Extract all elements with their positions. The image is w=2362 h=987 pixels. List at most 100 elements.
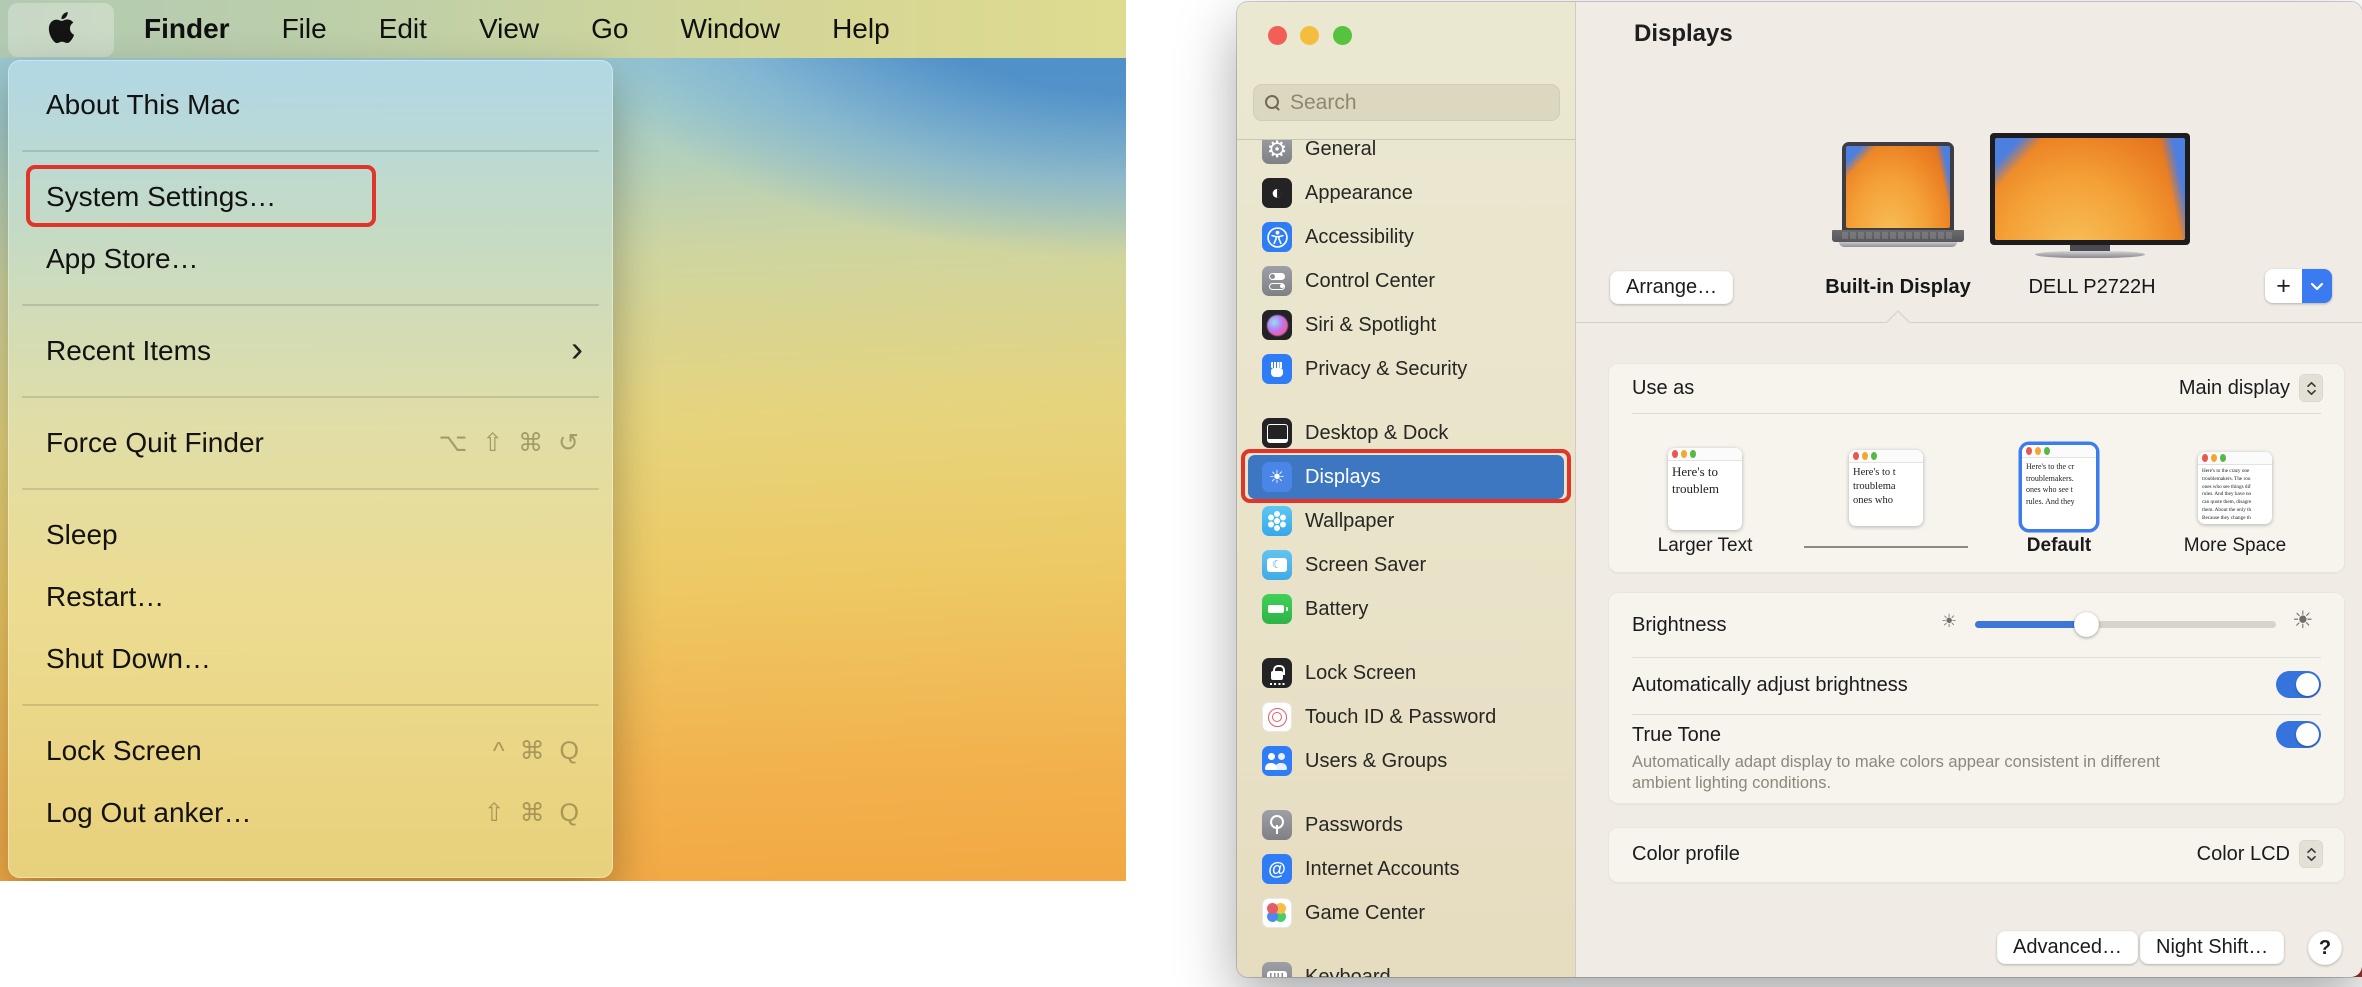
- sidebar-item-displays[interactable]: ☀ Displays: [1248, 455, 1564, 499]
- brightness-slider-fill: [1975, 621, 2086, 628]
- users-icon: [1262, 746, 1292, 776]
- menu-item-lock-screen[interactable]: Lock Screen ^ ⌘ Q: [8, 720, 613, 782]
- sidebar-item-desktop-dock[interactable]: Desktop & Dock: [1248, 411, 1564, 455]
- night-shift-button[interactable]: Night Shift…: [2140, 931, 2284, 964]
- apple-menu-button[interactable]: [8, 3, 114, 57]
- menu-item-sleep[interactable]: Sleep: [8, 504, 613, 566]
- menu-item-force-quit-finder[interactable]: Force Quit Finder ⌥ ⇧ ⌘ ↺: [8, 412, 613, 474]
- selected-display-caret: [1885, 310, 1911, 323]
- appearance-icon: ◐: [1262, 178, 1292, 208]
- resolution-card: Use as Main display Here's to troublem L…: [1608, 363, 2345, 573]
- sidebar-item-keyboard[interactable]: Keyboard: [1248, 955, 1564, 977]
- menu-separator: [22, 704, 599, 706]
- display-thumbnail-built-in[interactable]: [1832, 142, 1964, 247]
- menu-item-about-this-mac[interactable]: About This Mac: [8, 74, 613, 136]
- search-placeholder: Search: [1290, 91, 1357, 115]
- flower-icon: [1262, 506, 1292, 536]
- sidebar-item-battery[interactable]: Battery: [1248, 587, 1564, 631]
- add-display-control: +: [2265, 269, 2332, 303]
- sidebar-item-internet-accounts[interactable]: @ Internet Accounts: [1248, 847, 1564, 891]
- preset-label: Larger Text: [1625, 535, 1785, 557]
- keyboard-icon: [1262, 962, 1292, 977]
- siri-orb-icon: [1262, 310, 1292, 340]
- shortcut-label: ^ ⌘ Q: [493, 736, 583, 766]
- settings-sidebar: Search ⚙ General ◐ Appearance Accessibil…: [1237, 2, 1575, 977]
- key-icon: [1262, 810, 1292, 840]
- preset-default[interactable]: Here's to the cr troublemakers. ones who…: [2022, 363, 2096, 529]
- auto-brightness-label: Automatically adjust brightness: [1632, 674, 1908, 697]
- menu-bar: Finder File Edit View Go Window Help: [0, 0, 1126, 58]
- add-display-chevron-button[interactable]: [2302, 269, 2332, 303]
- apple-menu-dropdown: About This Mac System Settings… App Stor…: [8, 60, 613, 878]
- sidebar-item-wallpaper[interactable]: Wallpaper: [1248, 499, 1564, 543]
- desktop-dock-icon: [1262, 418, 1292, 448]
- search-input[interactable]: Search: [1253, 84, 1560, 121]
- advanced-button[interactable]: Advanced…: [1997, 931, 2138, 964]
- submenu-chevron-icon: ›: [571, 331, 583, 367]
- sidebar-item-passwords[interactable]: Passwords: [1248, 803, 1564, 847]
- color-profile-popup[interactable]: Color LCD: [2197, 840, 2323, 868]
- true-tone-description: Automatically adapt display to make colo…: [1632, 752, 2192, 793]
- at-icon: @: [1262, 854, 1292, 884]
- sidebar-item-accessibility[interactable]: Accessibility: [1248, 215, 1564, 259]
- preset-tick-line: [1804, 546, 1968, 548]
- menu-bar-item-view[interactable]: View: [453, 13, 565, 45]
- sidebar-item-lock-screen[interactable]: Lock Screen: [1248, 651, 1564, 695]
- menu-separator: [22, 150, 599, 152]
- sidebar-item-control-center[interactable]: Control Center: [1248, 259, 1564, 303]
- close-button[interactable]: [1268, 26, 1287, 45]
- preset-larger-text[interactable]: Here's to troublem Larger Text: [1668, 363, 1742, 530]
- menu-separator: [22, 396, 599, 398]
- true-tone-toggle[interactable]: [2276, 721, 2321, 748]
- menu-item-log-out[interactable]: Log Out anker… ⇧ ⌘ Q: [8, 782, 613, 844]
- menu-item-restart[interactable]: Restart…: [8, 566, 613, 628]
- sidebar-item-privacy-security[interactable]: Privacy & Security: [1248, 347, 1564, 391]
- sidebar-list: ⚙ General ◐ Appearance Accessibility Con…: [1237, 139, 1575, 977]
- hand-icon: [1262, 354, 1292, 384]
- menu-bar-item-file[interactable]: File: [256, 13, 353, 45]
- menu-bar-item-edit[interactable]: Edit: [353, 13, 453, 45]
- true-tone-label: True Tone: [1632, 724, 1721, 747]
- menu-separator: [22, 304, 599, 306]
- menu-item-app-store[interactable]: App Store…: [8, 228, 613, 290]
- shortcut-label: ⌥ ⇧ ⌘ ↺: [438, 428, 583, 458]
- minimize-button[interactable]: [1300, 26, 1319, 45]
- desktop-screenshot: Finder File Edit View Go Window Help Abo…: [0, 0, 1126, 881]
- auto-brightness-toggle[interactable]: [2276, 671, 2321, 698]
- arrange-button[interactable]: Arrange…: [1610, 271, 1733, 304]
- menu-separator: [22, 488, 599, 490]
- color-profile-card: Color profile Color LCD: [1608, 827, 2345, 883]
- preset-unlabeled[interactable]: Here's to t troublema ones who: [1849, 363, 1923, 526]
- popup-chevrons-icon: [2299, 840, 2323, 868]
- preset-label: Default: [1979, 535, 2139, 557]
- sidebar-item-users-groups[interactable]: Users & Groups: [1248, 739, 1564, 783]
- menu-item-recent-items[interactable]: Recent Items ›: [8, 320, 613, 382]
- fingerprint-icon: [1262, 702, 1292, 732]
- display-name-built-in: Built-in Display: [1798, 276, 1998, 299]
- popup-chevrons-icon: [2299, 374, 2323, 402]
- row-separator: [1632, 657, 2321, 658]
- preset-more-space[interactable]: Here's to the crazy one troublemakers. T…: [2198, 363, 2272, 524]
- help-button[interactable]: ?: [2308, 931, 2342, 965]
- brightness-slider-thumb[interactable]: [2074, 612, 2099, 637]
- display-name-dell: DELL P2722H: [1992, 276, 2192, 299]
- sidebar-item-appearance[interactable]: ◐ Appearance: [1248, 171, 1564, 215]
- menu-bar-item-help[interactable]: Help: [806, 13, 916, 45]
- system-settings-window: Search ⚙ General ◐ Appearance Accessibil…: [1237, 2, 2362, 977]
- zoom-button[interactable]: [1333, 26, 1352, 45]
- sidebar-item-game-center[interactable]: Game Center: [1248, 891, 1564, 935]
- menu-item-system-settings[interactable]: System Settings…: [8, 166, 613, 228]
- menu-bar-item-finder[interactable]: Finder: [114, 13, 256, 45]
- menu-item-shut-down[interactable]: Shut Down…: [8, 628, 613, 690]
- brightness-label: Brightness: [1632, 614, 1727, 637]
- sidebar-item-siri-spotlight[interactable]: Siri & Spotlight: [1248, 303, 1564, 347]
- sidebar-item-screen-saver[interactable]: Screen Saver: [1248, 543, 1564, 587]
- battery-icon: [1262, 594, 1292, 624]
- lock-icon: [1262, 658, 1292, 688]
- add-display-button[interactable]: +: [2265, 269, 2302, 303]
- sidebar-item-touch-id[interactable]: Touch ID & Password: [1248, 695, 1564, 739]
- menu-bar-item-window[interactable]: Window: [654, 13, 806, 45]
- menu-bar-item-go[interactable]: Go: [565, 13, 654, 45]
- display-thumbnail-dell[interactable]: [1990, 133, 2190, 258]
- sidebar-item-general[interactable]: ⚙ General: [1248, 139, 1564, 171]
